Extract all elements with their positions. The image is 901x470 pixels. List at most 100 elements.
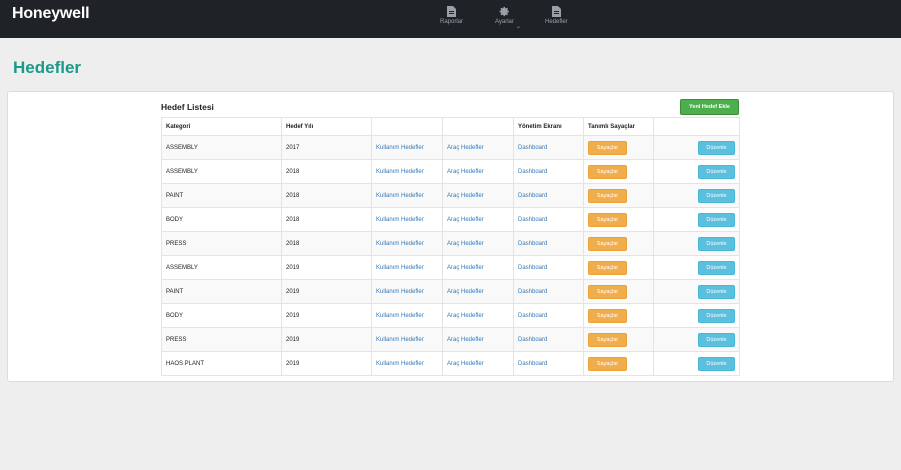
table-row: ASSEMBLY 2018 Kullanım Hedefler Araç Hed… — [161, 159, 740, 184]
counters-button[interactable]: Sayaçlar — [588, 260, 627, 275]
cell-category: PRESS — [161, 327, 282, 352]
page-title: Hedefler — [13, 58, 82, 77]
counters-button[interactable]: Sayaçlar — [588, 140, 627, 155]
edit-button[interactable]: Düzenle — [698, 236, 735, 251]
cell-year: 2018 — [281, 207, 372, 232]
list-title: Hedef Listesi — [161, 102, 214, 112]
usage-targets-link[interactable]: Kullanım Hedefler — [376, 145, 424, 151]
cell-category: PAINT — [161, 183, 282, 208]
nav-item-label: Raporlar — [440, 19, 464, 25]
dashboard-link[interactable]: Dashboard — [518, 193, 547, 199]
dashboard-link[interactable]: Dashboard — [518, 289, 547, 295]
vehicle-targets-link[interactable]: Araç Hedefler — [447, 337, 484, 343]
edit-button[interactable]: Düzenle — [698, 260, 735, 275]
cell-category: ASSEMBLY — [161, 159, 282, 184]
edit-button[interactable]: Düzenle — [698, 164, 735, 179]
counters-button[interactable]: Sayaçlar — [588, 284, 627, 299]
vehicle-targets-link[interactable]: Araç Hedefler — [447, 265, 484, 271]
vehicle-targets-link[interactable]: Araç Hedefler — [447, 193, 484, 199]
cell-year: 2018 — [281, 183, 372, 208]
chevron-down-icon: ⌄ — [515, 24, 521, 30]
edit-button[interactable]: Düzenle — [698, 332, 735, 347]
vehicle-targets-link[interactable]: Araç Hedefler — [447, 361, 484, 367]
table-row: BODY 2019 Kullanım Hedefler Araç Hedefle… — [161, 303, 740, 328]
cell-category: ASSEMBLY — [161, 135, 282, 160]
table-row: ASSEMBLY 2019 Kullanım Hedefler Araç Hed… — [161, 255, 740, 280]
edit-button[interactable]: Düzenle — [698, 284, 735, 299]
counters-button[interactable]: Sayaçlar — [588, 212, 627, 227]
document-icon — [447, 6, 456, 17]
cell-year: 2019 — [281, 303, 372, 328]
dashboard-link[interactable]: Dashboard — [518, 313, 547, 319]
cell-year: 2019 — [281, 279, 372, 304]
table-row: BODY 2018 Kullanım Hedefler Araç Hedefle… — [161, 207, 740, 232]
vehicle-targets-link[interactable]: Araç Hedefler — [447, 289, 484, 295]
usage-targets-link[interactable]: Kullanım Hedefler — [376, 169, 424, 175]
table-header-row: Kategori Hedef Yılı Yönetim Ekranı Tanım… — [161, 117, 740, 136]
vehicle-targets-link[interactable]: Araç Hedefler — [447, 145, 484, 151]
dashboard-link[interactable]: Dashboard — [518, 145, 547, 151]
top-navbar: Honeywell Raporlar Ayarlar ⌄ Hedefler — [0, 0, 901, 38]
table-row: ASSEMBLY 2017 Kullanım Hedefler Araç Hed… — [161, 135, 740, 160]
vehicle-targets-link[interactable]: Araç Hedefler — [447, 217, 484, 223]
usage-targets-link[interactable]: Kullanım Hedefler — [376, 313, 424, 319]
dashboard-link[interactable]: Dashboard — [518, 337, 547, 343]
counters-button[interactable]: Sayaçlar — [588, 188, 627, 203]
usage-targets-link[interactable]: Kullanım Hedefler — [376, 361, 424, 367]
edit-button[interactable]: Düzenle — [698, 308, 735, 323]
edit-button[interactable]: Düzenle — [698, 140, 735, 155]
nav-item-targets[interactable]: Hedefler — [545, 6, 568, 25]
counters-button[interactable]: Sayaçlar — [588, 356, 627, 371]
cell-year: 2017 — [281, 135, 372, 160]
edit-button[interactable]: Düzenle — [698, 212, 735, 227]
column-header-counters: Tanımlı Sayaçlar — [583, 117, 654, 136]
cell-category: ASSEMBLY — [161, 255, 282, 280]
dashboard-link[interactable]: Dashboard — [518, 265, 547, 271]
table-row: PAINT 2019 Kullanım Hedefler Araç Hedefl… — [161, 279, 740, 304]
edit-button[interactable]: Düzenle — [698, 356, 735, 371]
table-row: PRESS 2019 Kullanım Hedefler Araç Hedefl… — [161, 327, 740, 352]
column-header-usage — [371, 117, 443, 136]
usage-targets-link[interactable]: Kullanım Hedefler — [376, 193, 424, 199]
column-header-dashboard: Yönetim Ekranı — [513, 117, 584, 136]
column-header-actions — [653, 117, 740, 136]
counters-button[interactable]: Sayaçlar — [588, 308, 627, 323]
cell-category: PRESS — [161, 231, 282, 256]
counters-button[interactable]: Sayaçlar — [588, 332, 627, 347]
vehicle-targets-link[interactable]: Araç Hedefler — [447, 313, 484, 319]
usage-targets-link[interactable]: Kullanım Hedefler — [376, 241, 424, 247]
cell-category: HAOS PLANT — [161, 351, 282, 376]
nav-item-settings[interactable]: Ayarlar ⌄ — [495, 6, 521, 30]
dashboard-link[interactable]: Dashboard — [518, 241, 547, 247]
column-header-category: Kategori — [161, 117, 282, 136]
targets-table: Kategori Hedef Yılı Yönetim Ekranı Tanım… — [161, 117, 740, 376]
column-header-vehicle — [442, 117, 514, 136]
cell-category: PAINT — [161, 279, 282, 304]
brand-logo[interactable]: Honeywell — [12, 5, 90, 23]
add-target-button[interactable]: Yeni Hedef Ekle — [680, 99, 739, 115]
counters-button[interactable]: Sayaçlar — [588, 164, 627, 179]
column-header-year: Hedef Yılı — [281, 117, 372, 136]
counters-button[interactable]: Sayaçlar — [588, 236, 627, 251]
usage-targets-link[interactable]: Kullanım Hedefler — [376, 289, 424, 295]
document-icon — [551, 6, 561, 17]
usage-targets-link[interactable]: Kullanım Hedefler — [376, 265, 424, 271]
dashboard-link[interactable]: Dashboard — [518, 361, 547, 367]
usage-targets-link[interactable]: Kullanım Hedefler — [376, 217, 424, 223]
usage-targets-link[interactable]: Kullanım Hedefler — [376, 337, 424, 343]
vehicle-targets-link[interactable]: Araç Hedefler — [447, 241, 484, 247]
nav-item-reports[interactable]: Raporlar — [440, 6, 463, 25]
cell-category: BODY — [161, 303, 282, 328]
nav-item-label: Hedefler — [545, 19, 568, 25]
gear-icon — [499, 6, 509, 17]
cell-year: 2019 — [281, 255, 372, 280]
dashboard-link[interactable]: Dashboard — [518, 169, 547, 175]
edit-button[interactable]: Düzenle — [698, 188, 735, 203]
nav-item-label: Ayarlar — [495, 19, 514, 25]
dashboard-link[interactable]: Dashboard — [518, 217, 547, 223]
cell-year: 2018 — [281, 231, 372, 256]
table-row: PRESS 2018 Kullanım Hedefler Araç Hedefl… — [161, 231, 740, 256]
cell-year: 2019 — [281, 351, 372, 376]
cell-category: BODY — [161, 207, 282, 232]
vehicle-targets-link[interactable]: Araç Hedefler — [447, 169, 484, 175]
